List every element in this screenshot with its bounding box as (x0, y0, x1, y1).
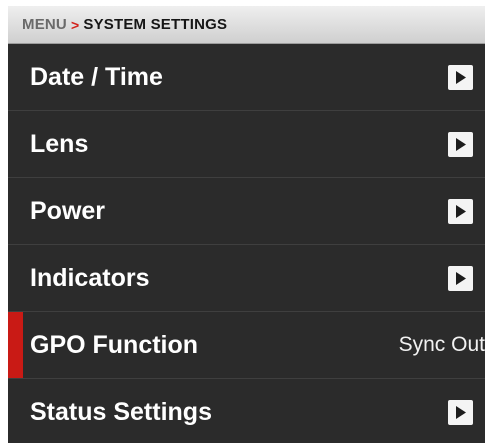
menu-item-indicators[interactable]: Indicators (8, 245, 485, 312)
chevron-right-icon[interactable] (448, 64, 473, 90)
menu-item-label: Lens (30, 129, 89, 158)
chevron-right-icon[interactable] (448, 198, 473, 224)
system-settings-panel: MENU > SYSTEM SETTINGS Date / Time Lens … (8, 6, 485, 443)
menu-item-status-settings[interactable]: Status Settings (8, 379, 485, 446)
selection-indicator (8, 312, 23, 378)
menu-item-power[interactable]: Power (8, 178, 485, 245)
menu-item-label: Status Settings (30, 398, 212, 426)
menu-item-label: Power (30, 196, 106, 225)
breadcrumb: MENU > SYSTEM SETTINGS (8, 6, 485, 44)
menu-item-label: Indicators (30, 263, 150, 292)
menu-item-gpo-function[interactable]: GPO Function Sync Out (8, 312, 485, 379)
chevron-right-icon[interactable] (448, 400, 473, 425)
menu-item-label: GPO Function (30, 330, 199, 359)
gpo-function-value[interactable]: Sync Out (399, 333, 485, 357)
breadcrumb-menu[interactable]: MENU (22, 16, 67, 33)
breadcrumb-separator-icon: > (70, 16, 80, 33)
menu-item-label: Date / Time (30, 62, 163, 91)
menu-item-lens[interactable]: Lens (8, 111, 485, 178)
breadcrumb-current: SYSTEM SETTINGS (83, 16, 228, 33)
menu-item-date-time[interactable]: Date / Time (8, 44, 485, 111)
chevron-right-icon[interactable] (448, 131, 473, 157)
chevron-right-icon[interactable] (448, 265, 473, 291)
